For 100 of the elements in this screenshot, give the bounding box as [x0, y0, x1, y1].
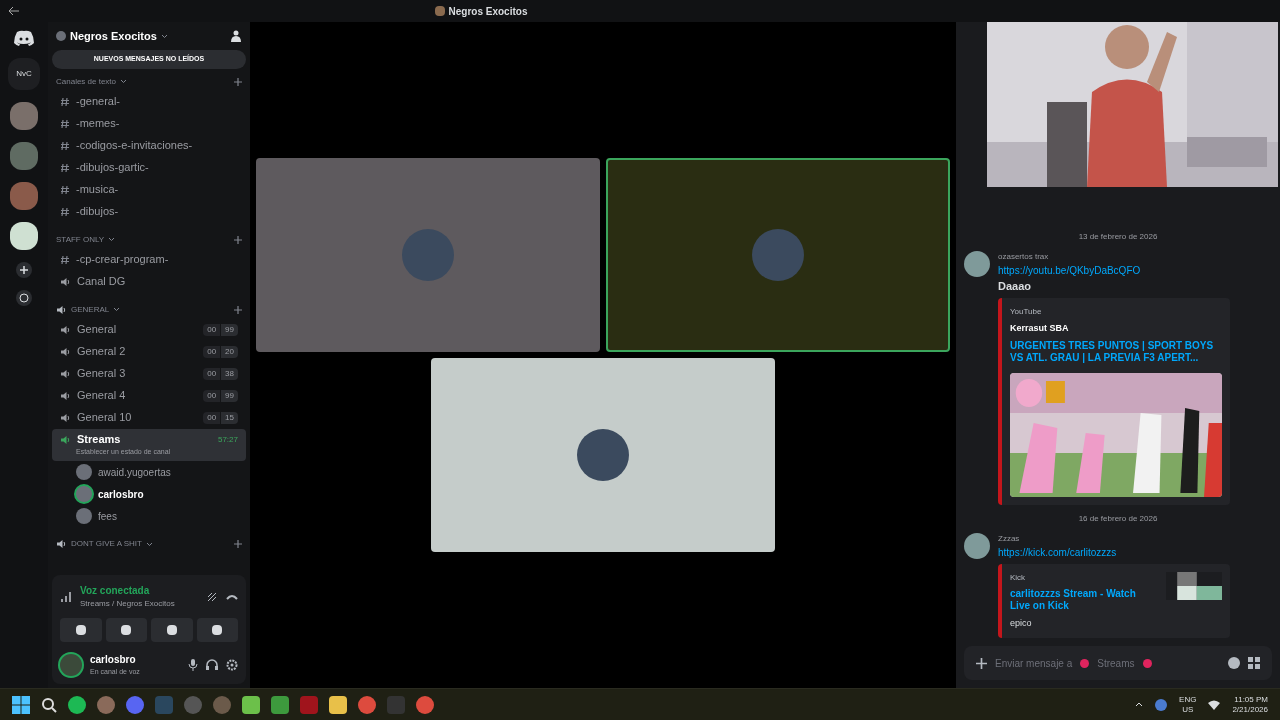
- embed-description: epico: [1010, 616, 1033, 630]
- compass-icon[interactable]: [16, 290, 32, 306]
- username: carlosbro: [90, 653, 137, 668]
- add-server-icon[interactable]: [16, 262, 32, 278]
- chevron-icon: [113, 307, 121, 312]
- channel-item[interactable]: General 3 00 38: [52, 362, 246, 385]
- embed-title[interactable]: URGENTES TRES PUNTOS | SPORT BOYS VS ATL. GRAU | LA PREVIA F3 APERT...: [1010, 339, 1222, 365]
- app-icon[interactable]: [416, 695, 434, 714]
- user-limit: 20: [221, 345, 238, 358]
- app-icon[interactable]: [97, 695, 115, 714]
- channel-item[interactable]: General 2 00 20: [52, 340, 246, 363]
- channel-item[interactable]: -codigos-e-invitaciones-: [52, 134, 246, 157]
- microphone-icon[interactable]: [188, 659, 198, 671]
- app-icon[interactable]: [358, 695, 376, 714]
- back-icon[interactable]: [8, 6, 20, 16]
- channel-item[interactable]: General 10 00 15: [52, 406, 246, 429]
- channel-item[interactable]: General 4 00 99: [52, 384, 246, 407]
- channel-item[interactable]: -cp-crear-program-: [52, 248, 246, 271]
- wifi-icon[interactable]: [1208, 699, 1221, 710]
- server-icon[interactable]: [10, 222, 38, 250]
- video-tile[interactable]: [256, 158, 600, 352]
- folder-icon[interactable]: [329, 695, 347, 714]
- user-limit: 99: [221, 389, 238, 402]
- speaker-icon: [60, 412, 71, 423]
- app-icon[interactable]: [68, 695, 86, 714]
- message-text: Daaao: [998, 278, 1033, 294]
- category-header[interactable]: GENERAL: [71, 303, 110, 316]
- hash-icon: [60, 254, 70, 265]
- emoji-button[interactable]: [1228, 657, 1240, 669]
- settings-icon[interactable]: [226, 659, 238, 671]
- user-count: 00: [203, 323, 221, 336]
- language-code[interactable]: ENG: [1179, 694, 1197, 705]
- app-icon[interactable]: [242, 695, 260, 714]
- input-placeholder: Enviar mensaje a: [995, 656, 1073, 671]
- discord-icon[interactable]: [14, 30, 34, 46]
- speaker-icon: [56, 304, 67, 315]
- category-header[interactable]: STAFF ONLY: [56, 233, 105, 246]
- channel-item[interactable]: -dibujos-gartic-: [52, 156, 246, 179]
- tray-icon[interactable]: [1155, 698, 1168, 711]
- voice-channel-link[interactable]: Streams / Negros Exocitos: [80, 598, 175, 610]
- voice-status: Voz conectada: [80, 584, 151, 598]
- hash-icon: [60, 96, 70, 107]
- channel-item[interactable]: -musica-: [52, 178, 246, 201]
- clock-date[interactable]: 2/21/2026: [1232, 704, 1268, 715]
- author-name[interactable]: Zzzas: [998, 532, 1230, 545]
- apps-icon[interactable]: [1248, 657, 1260, 669]
- user-count: 00: [203, 389, 221, 402]
- tray-caret-icon[interactable]: [1135, 702, 1144, 707]
- channel-item[interactable]: Canal DG: [52, 270, 246, 293]
- server-button[interactable]: NvC: [8, 58, 40, 90]
- user-limit: 99: [221, 323, 238, 336]
- member-name: fees: [98, 509, 117, 524]
- date-divider: 13 de febrero de 2026: [1077, 230, 1159, 243]
- invite-icon[interactable]: [230, 30, 242, 42]
- video-tile[interactable]: [606, 158, 950, 352]
- add-icon[interactable]: [976, 657, 987, 669]
- channel-item[interactable]: -dibujos-: [52, 200, 246, 223]
- embed-title[interactable]: carlitozzzs Stream - Watch Live on Kick: [1010, 587, 1158, 613]
- category-header[interactable]: Canales de texto: [56, 75, 117, 88]
- windows-icon[interactable]: [12, 695, 30, 714]
- add-icon[interactable]: [234, 305, 242, 314]
- channel-item[interactable]: -general-: [52, 90, 246, 113]
- video-tile[interactable]: [431, 358, 775, 552]
- embed-provider: Kick: [1010, 571, 1027, 584]
- channel-item[interactable]: -memes-: [52, 112, 246, 135]
- user-count: 00: [203, 345, 221, 358]
- speaker-icon: [60, 346, 71, 357]
- search-icon[interactable]: [41, 696, 57, 713]
- app-icon[interactable]: [126, 695, 144, 714]
- app-icon[interactable]: [271, 695, 289, 714]
- emoji-icon: [1080, 658, 1090, 668]
- add-icon[interactable]: [234, 540, 242, 548]
- hash-icon: [60, 118, 70, 129]
- category-header[interactable]: DONT GIVE A SHIT: [71, 538, 142, 550]
- chevron-icon: [146, 541, 153, 547]
- speaker-icon: [60, 368, 71, 379]
- user-avatar: [60, 654, 82, 676]
- participant-avatar: [402, 229, 454, 281]
- add-icon[interactable]: [234, 235, 242, 244]
- channel-item[interactable]: General 00 99: [52, 318, 246, 341]
- date-divider: 16 de febrero de 2026: [1077, 512, 1159, 525]
- chevron-icon: [160, 33, 168, 39]
- member-name: awaid.yugoertas: [98, 465, 171, 480]
- add-icon[interactable]: [234, 77, 242, 86]
- speaker-icon: [60, 434, 71, 445]
- server-name[interactable]: Negros Exocitos: [70, 27, 157, 45]
- user-count: 00: [203, 367, 221, 380]
- speaker-icon: [60, 276, 71, 287]
- call-timer: 57:27: [217, 433, 238, 446]
- author-name[interactable]: ozasertos trax: [998, 250, 1230, 263]
- server-avatar: [56, 31, 66, 41]
- hash-icon: [60, 140, 70, 151]
- message-link[interactable]: https://youtu.be/QKbyDaBcQFO: [998, 262, 1230, 278]
- clock-time[interactable]: 11:05 PM: [1234, 694, 1268, 705]
- region-code[interactable]: US: [1182, 704, 1194, 715]
- member-name: carlosbro: [98, 487, 144, 502]
- noise-icon[interactable]: [206, 590, 218, 603]
- message-link[interactable]: https://kick.com/carlitozzzs: [998, 544, 1230, 560]
- hash-icon: [60, 206, 70, 217]
- headphones-icon[interactable]: [206, 659, 218, 671]
